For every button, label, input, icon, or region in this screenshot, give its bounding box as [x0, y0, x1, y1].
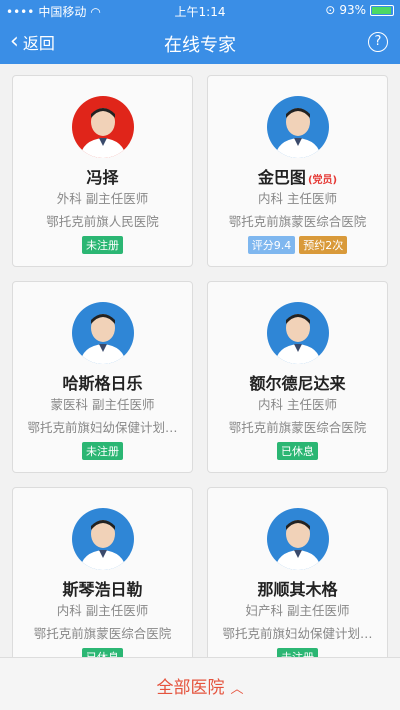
doctor-name-row: 金巴图 (党员): [208, 164, 387, 187]
doctor-dept-title: 蒙医科 副主任医师: [50, 397, 155, 412]
doctor-card[interactable]: 冯择外科 副主任医师 鄂托克前旗人民医院 未注册: [12, 75, 193, 267]
doctor-dept-title: 内科 主任医师: [258, 397, 337, 412]
doctor-card[interactable]: 那顺其木格妇产科 副主任医师鄂托克前旗妇幼保健计划…未注册: [207, 487, 388, 679]
doctor-name: 冯择: [86, 168, 119, 187]
doctor-grid: 冯择 外科 副主任医师 鄂托克前旗人民医院 未注册 金巴图 (党员) 内科 主任医师 鄂托克前…: [12, 75, 388, 679]
doctor-dept-title: 妇产科 副主任医师: [245, 603, 350, 618]
doctor-name: 哈斯格日乐: [62, 374, 143, 393]
doctor-dept-title: 内科 副主任医师: [56, 603, 149, 618]
doctor-name-row: 冯择: [13, 164, 192, 187]
battery-icon: [370, 4, 394, 16]
doctor-card[interactable]: 斯琴浩日勒内科 副主任医师鄂托克前旗蒙医综合医院已休息: [12, 487, 193, 679]
avatar: [266, 508, 329, 570]
all-hospitals-label: 全部医院: [156, 678, 225, 698]
badge-row: 未注册: [13, 442, 192, 460]
doctor-hospital: 鄂托克前旗人民医院: [46, 214, 159, 229]
badge-row: 已休息: [208, 442, 387, 460]
badge-row: 未注册: [13, 236, 192, 254]
chevron-up-icon: ︿: [230, 682, 244, 697]
nav-bar: ‹ 返回 在线专家 ?: [0, 20, 400, 64]
doctor-hospital: 鄂托克前旗蒙医综合医院: [228, 420, 367, 435]
doctor-name-row: 那顺其木格: [208, 576, 387, 599]
doctor-name: 额尔德尼达来: [249, 374, 346, 393]
doctor-dept-title: 内科 主任医师: [258, 191, 337, 206]
status-badge: 已休息: [277, 442, 318, 460]
status-badge: 评分9.4: [247, 236, 296, 254]
status-badge: 未注册: [82, 442, 123, 460]
help-icon[interactable]: ?: [368, 32, 388, 52]
avatar: [266, 302, 329, 364]
status-badge: 预约2次: [299, 236, 348, 254]
doctor-dept-title: 外科 副主任医师: [56, 191, 149, 206]
badge-row: 评分9.4 预约2次: [208, 236, 387, 254]
doctor-name-row: 额尔德尼达来: [208, 370, 387, 393]
status-right: ⊙ 93%: [325, 3, 394, 17]
doctor-hospital: 鄂托克前旗蒙医综合医院: [33, 626, 172, 641]
all-hospitals-button[interactable]: 全部医院 ︿: [0, 657, 400, 710]
doctor-name: 那顺其木格: [257, 580, 338, 599]
avatar: [266, 96, 329, 158]
party-tag: (党员): [307, 175, 338, 186]
battery-percent: 93%: [339, 3, 366, 17]
avatar: [71, 96, 134, 158]
doctor-hospital: 鄂托克前旗蒙医综合医院: [228, 214, 367, 229]
orientation-lock-icon: ⊙: [325, 3, 336, 17]
doctor-card[interactable]: 额尔德尼达来内科 主任医师鄂托克前旗蒙医综合医院 已休息: [207, 281, 388, 473]
doctor-card[interactable]: 金巴图 (党员) 内科 主任医师鄂托克前旗蒙医综合医院评分9.4 预约2次: [207, 75, 388, 267]
doctor-hospital: 鄂托克前旗妇幼保健计划…: [27, 420, 178, 435]
status-badge: 未注册: [82, 236, 123, 254]
doctor-name: 金巴图: [257, 168, 306, 187]
doctor-name-row: 哈斯格日乐: [13, 370, 192, 393]
avatar: [71, 302, 134, 364]
status-bar: •••• 中国移动 ◠ 上午1:14 ⊙ 93%: [0, 0, 400, 20]
doctor-name-row: 斯琴浩日勒: [13, 576, 192, 599]
doctor-name: 斯琴浩日勒: [62, 580, 143, 599]
avatar: [71, 508, 134, 570]
doctor-card[interactable]: 哈斯格日乐蒙医科 副主任医师鄂托克前旗妇幼保健计划… 未注册: [12, 281, 193, 473]
doctor-hospital: 鄂托克前旗妇幼保健计划…: [222, 626, 373, 641]
page-title: 在线专家: [164, 35, 236, 56]
